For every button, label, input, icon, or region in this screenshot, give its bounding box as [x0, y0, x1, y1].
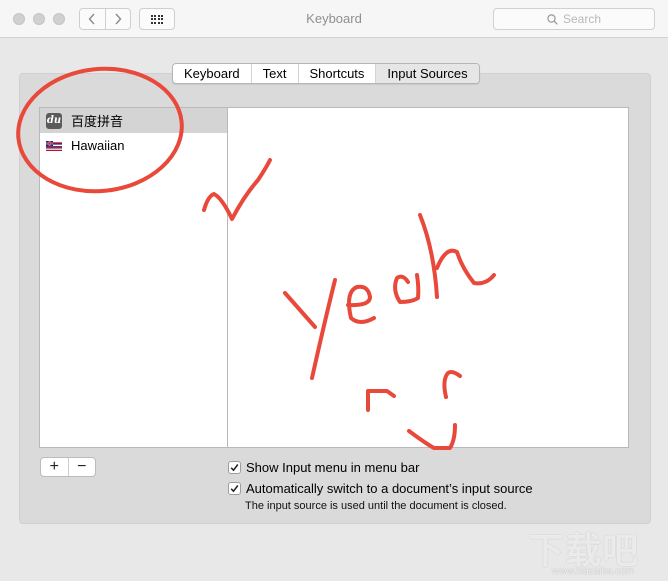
checkmark-icon [230, 485, 239, 493]
add-remove-control: + − [40, 457, 96, 477]
hawaii-flag-icon [46, 140, 62, 151]
tab-keyboard[interactable]: Keyboard [173, 64, 251, 83]
auto-switch-note: The input source is used until the docum… [245, 500, 507, 512]
search-field[interactable]: Search [493, 8, 655, 30]
list-item-label: Hawaiian [71, 138, 125, 153]
tab-shortcuts[interactable]: Shortcuts [297, 64, 376, 83]
remove-input-source-button[interactable]: − [67, 458, 96, 476]
show-input-menu-option[interactable]: Show Input menu in menu bar [228, 460, 419, 475]
auto-switch-checkbox[interactable] [228, 482, 241, 495]
input-source-detail-pane [227, 107, 629, 448]
tab-text[interactable]: Text [250, 64, 298, 83]
list-item[interactable]: Hawaiian [40, 133, 227, 158]
search-icon [547, 13, 558, 25]
title-bar: Keyboard Search [0, 0, 668, 38]
auto-switch-option[interactable]: Automatically switch to a document’s inp… [228, 481, 533, 496]
add-input-source-button[interactable]: + [41, 458, 68, 476]
list-item[interactable]: du 百度拼音 [40, 108, 227, 133]
auto-switch-label: Automatically switch to a document’s inp… [246, 481, 533, 496]
search-placeholder: Search [562, 12, 602, 26]
watermark-url: www.xiazaiba.com [552, 566, 635, 577]
show-input-menu-checkbox[interactable] [228, 461, 241, 474]
baidu-du-icon: du [46, 112, 62, 129]
show-input-menu-label: Show Input menu in menu bar [246, 460, 420, 475]
input-sources-list[interactable]: du 百度拼音 Hawaiian [39, 107, 228, 448]
tab-bar: Keyboard Text Shortcuts Input Sources [172, 63, 480, 84]
tab-input-sources[interactable]: Input Sources [375, 64, 479, 83]
list-item-label: 百度拼音 [71, 114, 124, 129]
checkmark-icon [230, 464, 239, 472]
